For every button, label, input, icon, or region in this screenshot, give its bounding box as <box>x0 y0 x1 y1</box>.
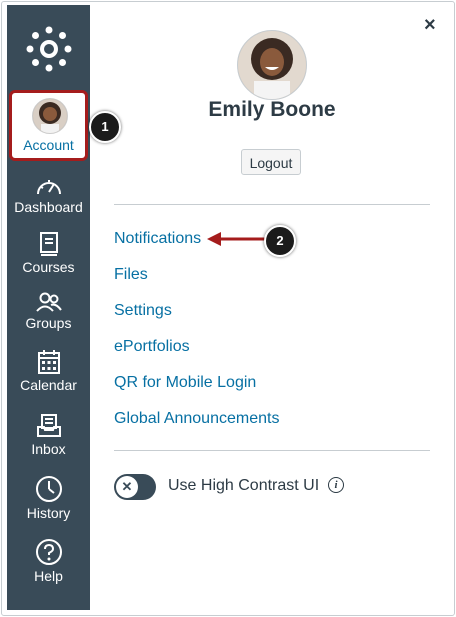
nav-item-dashboard[interactable]: Dashboard <box>7 175 90 215</box>
nav-history-label: History <box>26 505 71 521</box>
divider-top <box>114 204 430 205</box>
nav-dashboard-label: Dashboard <box>14 199 83 215</box>
link-eportfolios[interactable]: ePortfolios <box>114 337 190 357</box>
nav-item-account[interactable]: Account <box>9 90 88 161</box>
callout-2: 2 <box>264 225 296 257</box>
link-settings[interactable]: Settings <box>114 301 172 321</box>
groups-icon <box>35 292 62 312</box>
global-nav: Account Dashboard Courses Groups Calenda… <box>7 5 90 610</box>
nav-help-label: Help <box>34 568 63 584</box>
nav-courses-label: Courses <box>22 259 75 275</box>
account-avatar <box>32 98 68 134</box>
link-files[interactable]: Files <box>114 265 148 285</box>
toggle-off-icon: ✕ <box>116 476 138 498</box>
help-icon <box>35 539 62 565</box>
canvas-logo-icon[interactable] <box>25 25 73 73</box>
history-icon <box>35 476 62 502</box>
nav-account-label: Account <box>23 137 74 153</box>
logout-button[interactable]: Logout <box>241 149 301 175</box>
nav-item-courses[interactable]: Courses <box>7 231 90 275</box>
close-icon[interactable]: × <box>424 15 436 35</box>
high-contrast-label: Use High Contrast UI <box>168 477 320 494</box>
inbox-icon <box>36 414 61 437</box>
nav-inbox-label: Inbox <box>31 441 66 457</box>
link-qr-mobile-login[interactable]: QR for Mobile Login <box>114 373 256 393</box>
nav-item-calendar[interactable]: Calendar <box>7 349 90 393</box>
info-icon[interactable]: i <box>328 477 344 493</box>
nav-item-groups[interactable]: Groups <box>7 291 90 331</box>
nav-calendar-label: Calendar <box>20 377 77 393</box>
courses-icon <box>39 232 58 256</box>
arrow-icon <box>207 232 265 246</box>
calendar-icon <box>37 350 60 374</box>
divider-bottom <box>114 450 430 451</box>
nav-item-history[interactable]: History <box>7 475 90 521</box>
profile-picture[interactable] <box>237 30 307 100</box>
dashboard-icon <box>36 180 61 195</box>
link-global-announcements[interactable]: Global Announcements <box>114 409 279 429</box>
high-contrast-toggle[interactable]: ✕ <box>114 474 156 500</box>
nav-groups-label: Groups <box>25 315 72 331</box>
callout-1: 1 <box>89 111 121 143</box>
nav-item-inbox[interactable]: Inbox <box>7 413 90 457</box>
nav-item-help[interactable]: Help <box>7 538 90 584</box>
link-notifications[interactable]: Notifications <box>114 229 201 249</box>
user-name: Emily Boone <box>208 98 336 121</box>
